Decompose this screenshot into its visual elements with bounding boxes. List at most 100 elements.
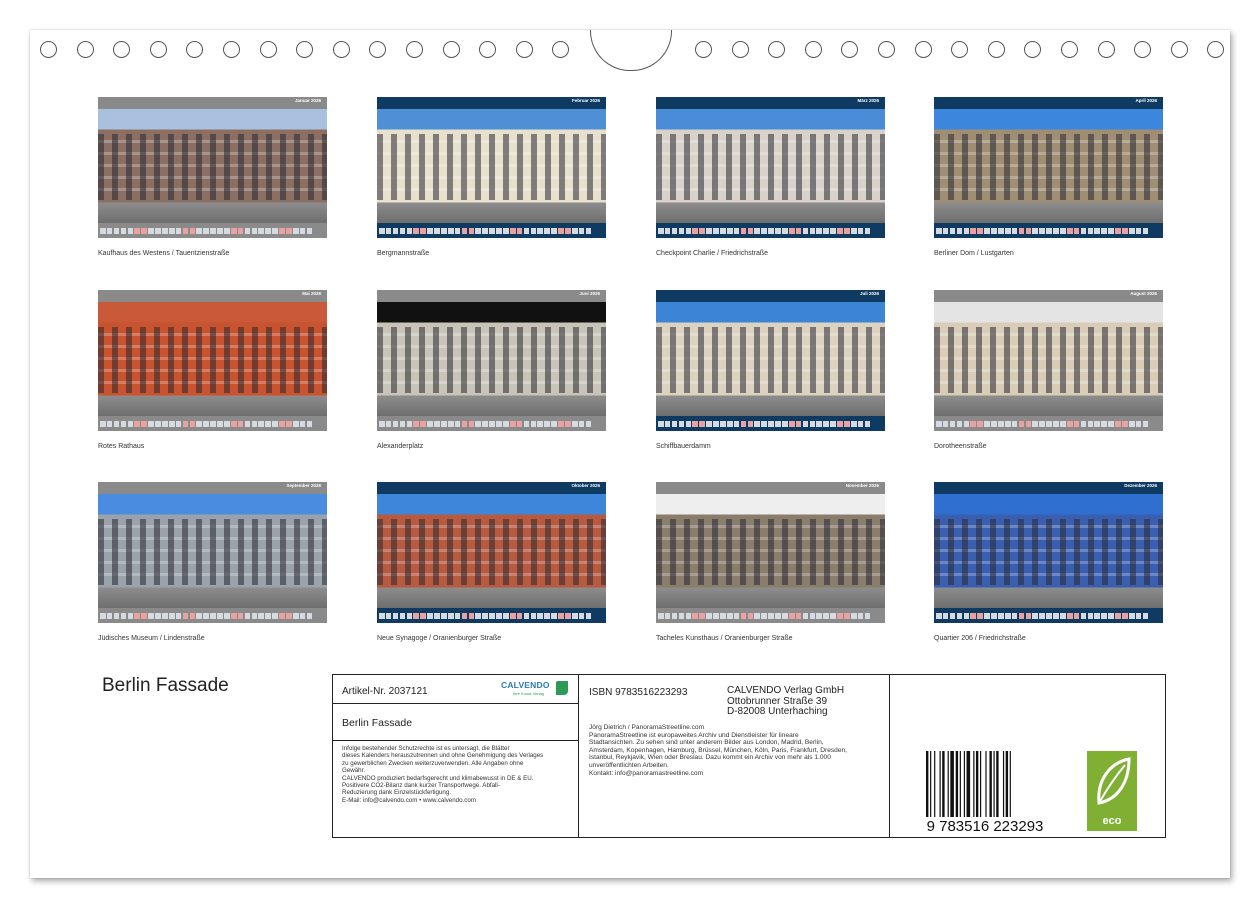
isbn: ISBN 9783516223293 <box>589 687 688 698</box>
month-label: Juli 2026 <box>859 291 879 296</box>
month-label: Februar 2026 <box>571 98 600 103</box>
barcode-bar <box>934 751 936 817</box>
day-strip <box>98 223 327 238</box>
month-header: September 2026 <box>98 482 327 494</box>
month-preview: September 2026 <box>98 482 327 623</box>
imprint-column-article: Artikel-Nr. 2037121 CALVENDO Ihre Kunst-… <box>333 675 579 837</box>
barcode-bar <box>950 751 954 817</box>
photo-caption: Dorotheenstraße <box>934 443 987 450</box>
binding-hole <box>552 41 570 58</box>
barcode-bar <box>926 751 929 817</box>
binding-hole <box>149 41 167 58</box>
month-label: März 2026 <box>857 98 879 103</box>
binding-hole <box>515 41 533 58</box>
month-header: April 2026 <box>934 97 1163 109</box>
barcode-bar <box>1009 751 1011 817</box>
month-header: Mai 2026 <box>98 290 327 302</box>
binding-hole <box>113 41 131 58</box>
month-preview: Oktober 2026 <box>377 482 606 623</box>
barcode-bar <box>980 751 982 817</box>
binding-hole <box>804 41 822 58</box>
month-header: November 2026 <box>656 482 885 494</box>
barcode-bar <box>966 751 971 817</box>
month-header: März 2026 <box>656 97 885 109</box>
photo-caption: Schiffbauerdamm <box>656 443 711 450</box>
month-preview: August 2026 <box>934 290 1163 431</box>
binding-hole <box>1024 41 1042 58</box>
day-strip <box>934 416 1163 431</box>
legal-notice: Infolge bestehender Schutzrechte ist es … <box>342 745 544 804</box>
binding-hole <box>223 41 240 58</box>
binding-hole <box>1134 41 1152 58</box>
binding-hole <box>878 41 895 58</box>
binding-hole <box>442 41 460 58</box>
imprint-column-publisher: ISBN 9783516223293 CALVENDO Verlag GmbH … <box>579 675 890 837</box>
binding-hole <box>1097 41 1115 58</box>
month-preview: April 2026 <box>934 97 1163 238</box>
binding-hole <box>731 41 749 58</box>
day-strip <box>934 608 1163 623</box>
barcode-bar <box>996 751 999 817</box>
barcode-bar <box>973 751 975 817</box>
barcode-number: 9 783516 223293 <box>927 818 1044 833</box>
day-strip <box>98 416 327 431</box>
month-label: April 2026 <box>1135 98 1157 103</box>
binding-hole <box>987 41 1005 58</box>
calendar-title: Berlin Fassade <box>102 675 229 696</box>
barcode-bar <box>947 751 949 817</box>
imprint-calendar-title: Berlin Fassade <box>342 717 413 729</box>
binding-hole <box>186 41 204 58</box>
barcode-bar <box>930 751 932 817</box>
month-preview: Juli 2026 <box>656 290 885 431</box>
photo-caption: Alexanderplatz <box>377 443 424 450</box>
month-preview: November 2026 <box>656 482 885 623</box>
calvendo-mark-icon <box>556 681 568 695</box>
facade-photo <box>98 302 327 416</box>
article-number: Artikel-Nr. 2037121 <box>342 686 428 697</box>
binding-hole <box>76 41 94 58</box>
barcode-bar <box>975 751 979 817</box>
facade-photo <box>934 109 1163 223</box>
binding-hole <box>332 41 350 58</box>
binding-hole <box>841 41 859 58</box>
photo-caption: Kaufhaus des Westens / Tauentzienstraße <box>98 250 230 257</box>
imprint-box: Artikel-Nr. 2037121 CALVENDO Ihre Kunst-… <box>332 674 1166 838</box>
month-preview: Dezember 2026 <box>934 482 1163 623</box>
barcode-bar <box>939 751 941 817</box>
barcode-bar <box>1002 751 1005 817</box>
eco-badge: eco <box>1087 751 1137 831</box>
month-label: Dezember 2026 <box>1124 483 1157 488</box>
photo-caption: Neue Synagoge / Oranienburger Straße <box>377 635 502 642</box>
month-preview: Januar 2026 <box>98 97 327 238</box>
month-label: Juni 2026 <box>579 291 600 296</box>
day-strip <box>934 223 1163 238</box>
binding-hole <box>1061 41 1078 58</box>
barcode: 9 783516 223293 <box>926 751 1044 833</box>
photo-caption: Tacheles Kunsthaus / Oranienburger Straß… <box>656 635 793 642</box>
month-label: Januar 2026 <box>294 98 321 103</box>
binding-hole <box>1207 41 1225 58</box>
binding-hole <box>479 41 497 58</box>
barcode-bar <box>1005 751 1009 817</box>
day-strip <box>377 416 606 431</box>
photo-caption: Berliner Dom / Lustgarten <box>934 250 1014 257</box>
month-label: September 2026 <box>286 483 321 488</box>
facade-photo <box>377 494 606 608</box>
month-header: August 2026 <box>934 290 1163 302</box>
month-preview: Februar 2026 <box>377 97 606 238</box>
publisher-address: CALVENDO Verlag GmbH Ottobrunner Straße … <box>727 685 845 717</box>
barcode-bar <box>993 751 995 817</box>
month-preview: Juni 2026 <box>377 290 606 431</box>
facade-photo <box>98 494 327 608</box>
day-strip <box>377 223 606 238</box>
month-header: Dezember 2026 <box>934 482 1163 494</box>
day-strip <box>98 608 327 623</box>
facade-photo <box>656 302 885 416</box>
barcode-bar <box>985 751 987 817</box>
facade-photo <box>98 109 327 223</box>
facade-photo <box>934 494 1163 608</box>
binding-hole <box>406 41 423 58</box>
binding-hole <box>914 41 932 58</box>
binding-hole <box>951 41 969 58</box>
barcode-bar <box>959 751 961 817</box>
